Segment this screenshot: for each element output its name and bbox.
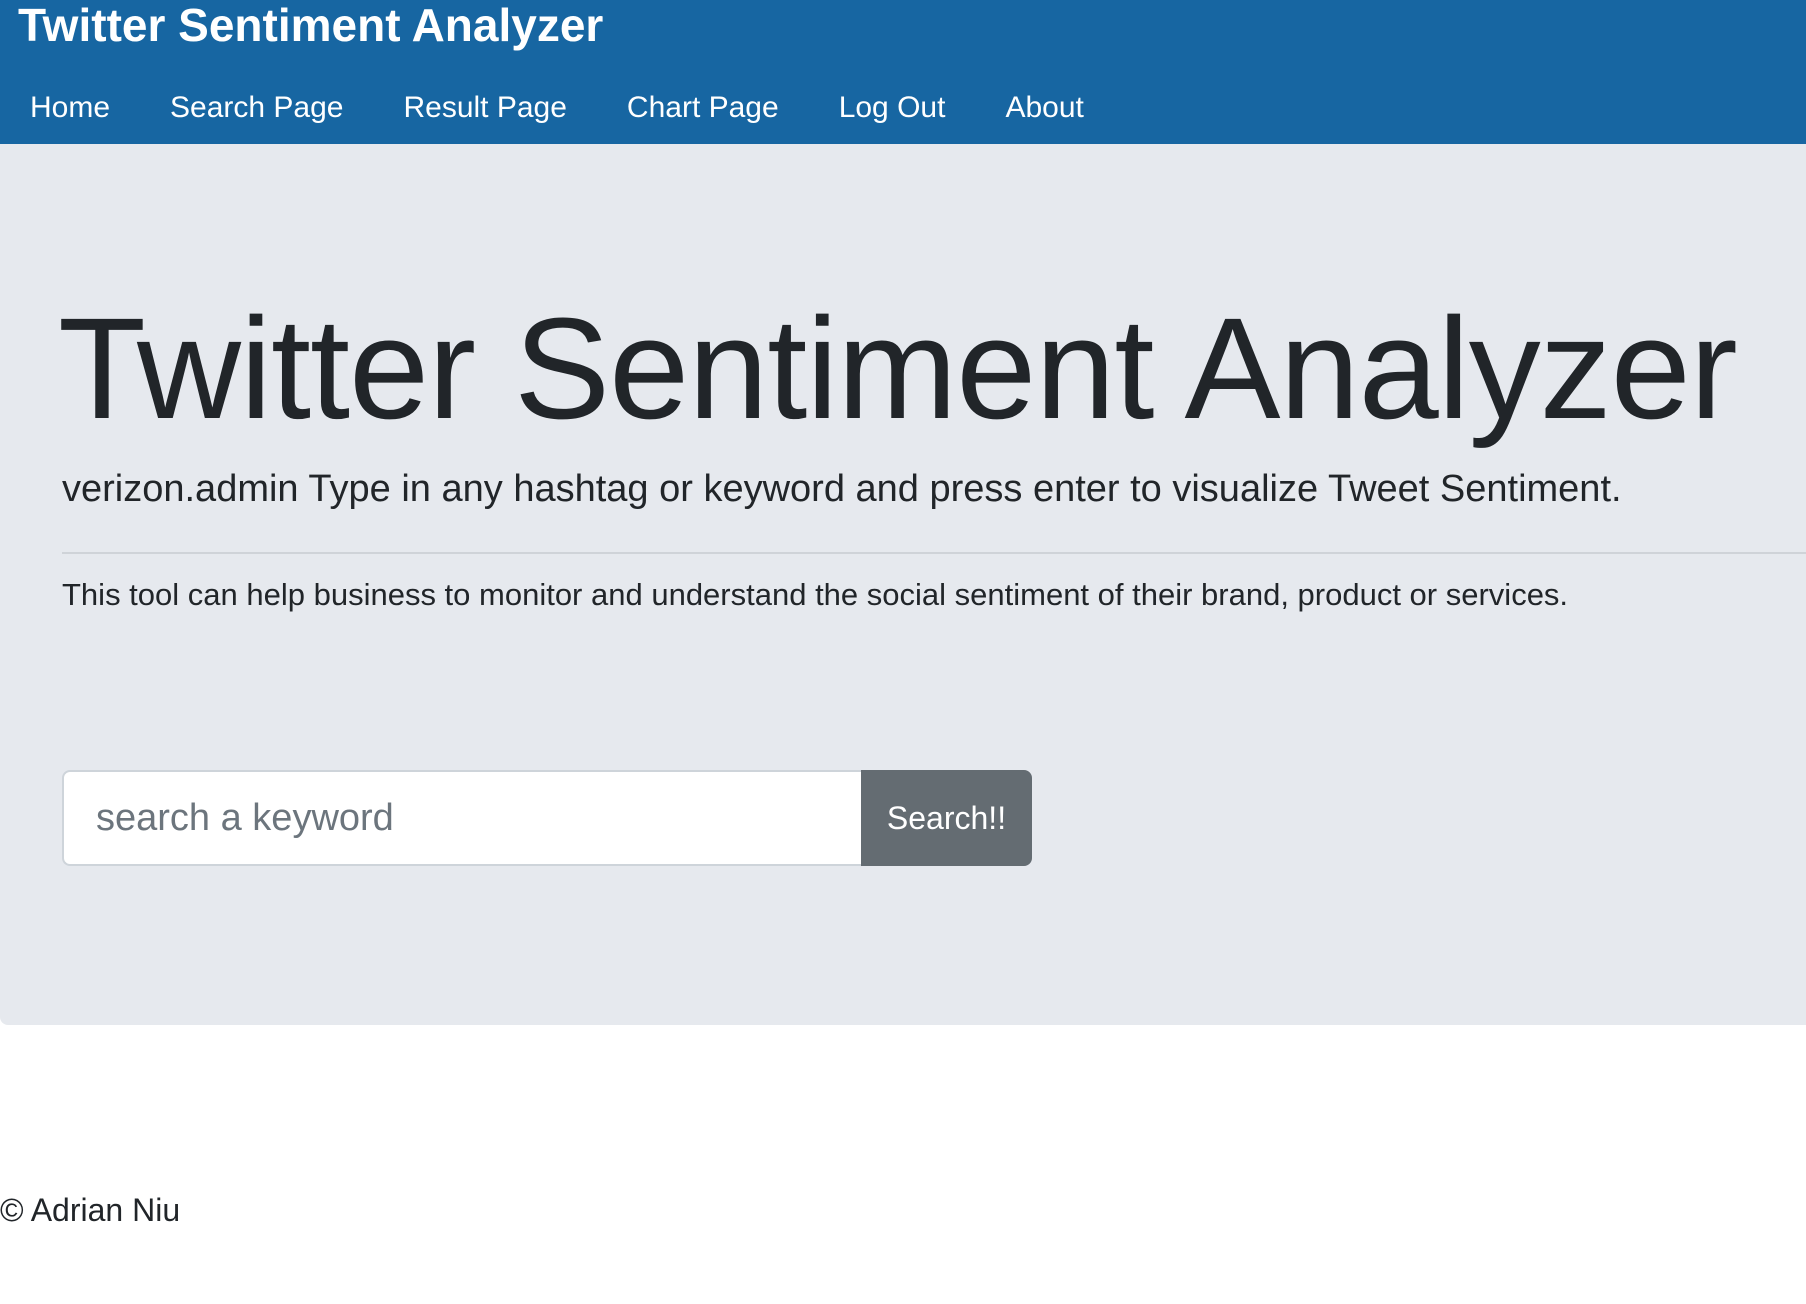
top-navbar: Twitter Sentiment Analyzer Home Search P…	[0, 0, 1806, 144]
navbar-brand[interactable]: Twitter Sentiment Analyzer	[18, 0, 603, 50]
nav-link-chart-page[interactable]: Chart Page	[597, 78, 809, 138]
jumbotron: Twitter Sentiment Analyzer verizon.admin…	[0, 144, 1806, 1025]
lead-text: verizon.admin Type in any hashtag or key…	[62, 468, 1622, 510]
footer-copyright: © Adrian Niu	[0, 1192, 181, 1228]
nav-links: Home Search Page Result Page Chart Page …	[0, 78, 1114, 138]
nav-link-result-page[interactable]: Result Page	[373, 78, 596, 138]
description-text: This tool can help business to monitor a…	[62, 577, 1569, 612]
nav-link-search-page[interactable]: Search Page	[140, 78, 373, 138]
search-button[interactable]: Search!!	[861, 770, 1032, 866]
nav-link-log-out[interactable]: Log Out	[809, 78, 976, 138]
search-group: Search!!	[62, 770, 1032, 866]
nav-link-about[interactable]: About	[975, 78, 1113, 138]
page-title: Twitter Sentiment Analyzer	[58, 288, 1738, 449]
search-input[interactable]	[62, 770, 861, 866]
nav-link-home[interactable]: Home	[0, 78, 140, 138]
divider	[62, 552, 1806, 554]
